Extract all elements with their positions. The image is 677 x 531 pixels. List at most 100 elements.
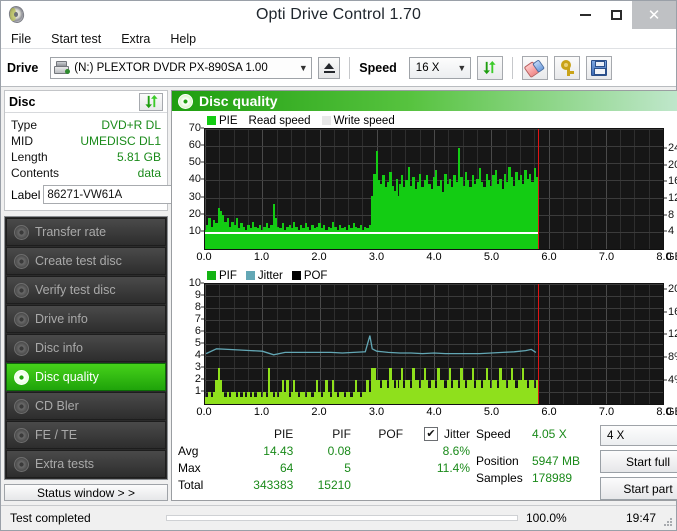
speed-select[interactable]: 16 X ▼ <box>408 56 471 79</box>
erase-button[interactable] <box>521 55 548 80</box>
sidebar-item-verify-test-disc[interactable]: Verify test disc <box>6 276 166 304</box>
menu-item-file[interactable]: File <box>9 31 33 47</box>
pie-y-axis: 10 20 30 40 50 60 70 <box>174 122 204 248</box>
stats-avg-pif: 0.08 <box>327 443 351 458</box>
readout-samples-label: Samples <box>476 470 523 485</box>
eraser-icon <box>523 57 546 79</box>
jitter-checkbox[interactable]: ✔ <box>423 426 438 441</box>
sidebar-item-drive-info[interactable]: Drive info <box>6 305 166 333</box>
menu-bar: File Start test Extra Help <box>1 29 676 49</box>
disc-info-rows: Type DVD+R DL MID UMEDISC DL1 Length 5.8… <box>5 113 225 210</box>
disc-info-panel: Disc Type DVD+R DL MID UMEDISC DL1 Lengt… <box>4 90 225 211</box>
disc-row-value: UMEDISC DL1 <box>80 134 161 148</box>
progress-bar <box>166 515 518 521</box>
test-speed-select[interactable]: 4 X ▼ <box>600 425 677 446</box>
sidebar-item-cd-bler[interactable]: CD Bler <box>6 392 166 420</box>
stats-col-pie: PIE <box>273 426 294 441</box>
stats-max-pie: 64 <box>279 460 294 475</box>
disc-row-value: DVD+R DL <box>101 118 161 132</box>
legend-swatch-pof <box>291 271 301 280</box>
readout-position-label: Position <box>476 453 519 468</box>
sidebar-item-disc-quality[interactable]: Disc quality <box>6 363 166 391</box>
speed-select-value: 16 X <box>415 61 440 74</box>
key-icon <box>558 59 576 76</box>
menu-item-extra[interactable]: Extra <box>119 31 152 47</box>
sidebar-item-label: FE / TE <box>35 428 78 442</box>
readout-speed-value: 4.05 X <box>532 426 567 441</box>
readout-speed: Speed 4.05 X <box>476 425 592 442</box>
elapsed-time: 19:47 <box>625 511 656 525</box>
start-full-button[interactable]: Start full <box>600 450 677 473</box>
pif-x-axis: 0.01.02.03.04.05.06.07.08.0GB <box>196 406 677 418</box>
disc-refresh-button[interactable] <box>139 92 163 111</box>
pif-plot-area <box>204 283 664 405</box>
chevron-down-icon: ▼ <box>457 62 467 73</box>
disc-icon <box>14 224 29 240</box>
window-title: Opti Drive Control 1.70 <box>255 6 422 23</box>
progress-percent: 100.0% <box>526 511 567 525</box>
disc-quality-panel: Disc quality PIE Read speed Write speed … <box>171 90 677 501</box>
stats-row-label: Total <box>178 477 204 492</box>
legend-label-write-speed: Write speed <box>333 114 395 127</box>
menu-item-help[interactable]: Help <box>168 31 198 47</box>
menu-item-start-test[interactable]: Start test <box>49 31 103 47</box>
pie-chart-legend: PIE Read speed Write speed <box>174 113 677 128</box>
sidebar-item-label: Drive info <box>35 312 88 326</box>
sidebar-item-label: Disc info <box>35 341 83 355</box>
stats-row-label: Max <box>178 460 201 475</box>
disc-label-row: Label <box>11 184 225 205</box>
status-bar: Test completed 100.0% 19:47 <box>1 505 676 530</box>
jitter-y-axis: 4%8%12%16%20% <box>664 283 677 403</box>
sidebar-item-disc-info[interactable]: Disc info <box>6 334 166 362</box>
disc-row-mid: MID UMEDISC DL1 <box>11 133 161 149</box>
drive-label: Drive <box>7 60 39 75</box>
legend-pie: PIE <box>207 115 238 127</box>
sidebar-item-fe-te[interactable]: FE / TE <box>6 421 166 449</box>
readout-position: Position 5947 MB <box>476 452 592 469</box>
status-window-button[interactable]: Status window > > <box>4 484 168 501</box>
test-speed-value: 4 X <box>607 429 625 442</box>
refresh-icon <box>483 60 496 75</box>
disc-icon <box>14 427 29 443</box>
legend-swatch-write-speed <box>321 116 331 125</box>
save-button[interactable] <box>585 55 612 80</box>
stats-col-jitter: Jitter <box>443 426 470 441</box>
stats-header-row: PIE PIF POF ✔ Jitter <box>178 425 470 442</box>
disc-row-length: Length 5.81 GB <box>11 149 161 165</box>
sidebar-item-label: Extra tests <box>35 457 95 471</box>
key-button[interactable] <box>553 55 580 80</box>
readout-samples-value: 178989 <box>532 470 573 485</box>
sidebar-item-transfer-rate[interactable]: Transfer rate <box>6 218 166 246</box>
stats-row-avg: Avg 14.43 0.08 8.6% <box>178 442 470 459</box>
sidebar-item-label: Transfer rate <box>35 225 107 239</box>
start-part-button[interactable]: Start part <box>600 477 677 500</box>
legend-label-pie: PIE <box>219 114 238 127</box>
disc-icon <box>14 282 29 298</box>
stats-total-pie: 343383 <box>253 477 294 492</box>
refresh-button[interactable] <box>476 55 503 80</box>
app-window: Opti Drive Control 1.70 ✕ File Start tes… <box>0 0 677 531</box>
stats-col-pif: PIF <box>332 426 351 441</box>
legend-write-speed: Write speed <box>321 114 395 127</box>
legend-jitter: Jitter <box>245 269 283 282</box>
sidebar-item-label: Disc quality <box>35 370 99 384</box>
pie-chart-container: PIE Read speed Write speed 10 20 30 40 50 60 7… <box>172 111 677 266</box>
disc-icon <box>14 340 29 356</box>
sidebar-item-extra-tests[interactable]: Extra tests <box>6 450 166 478</box>
disc-icon <box>14 369 29 385</box>
sidebar-item-create-test-disc[interactable]: Create test disc <box>6 247 166 275</box>
legend-label-jitter: Jitter <box>257 269 283 282</box>
title-bar: Opti Drive Control 1.70 ✕ <box>1 1 676 29</box>
resize-grip-icon[interactable] <box>663 517 673 527</box>
eject-button[interactable] <box>318 56 341 79</box>
pie-x-axis: 0.01.02.03.04.05.06.07.08.0GB <box>196 251 677 263</box>
drive-select[interactable]: (N:) PLEXTOR DVDR PX-890SA 1.00 ▼ <box>50 56 313 79</box>
speed-y-axis: 4 X8 X12 X16 X20 X24 X <box>664 128 677 248</box>
stats-avg-jitter: 8.6% <box>442 443 470 458</box>
legend-pof: POF <box>291 269 328 282</box>
legend-read-speed: Read speed <box>249 115 311 127</box>
stats-total-pif: 15210 <box>317 477 351 492</box>
legend-label-pof: POF <box>303 269 328 282</box>
stats-row-max: Max 64 5 11.4% <box>178 459 470 476</box>
stats-col-pof: POF <box>378 426 404 441</box>
